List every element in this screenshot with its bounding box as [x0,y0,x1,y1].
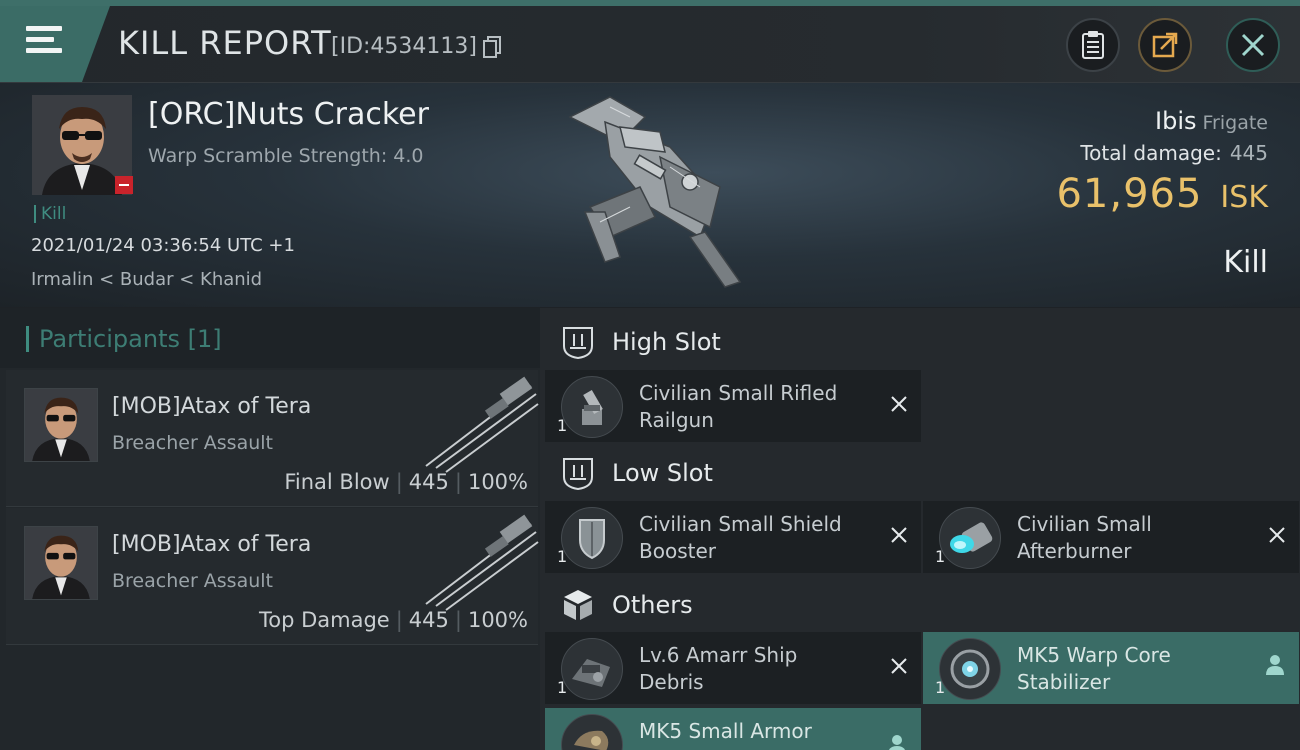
module-item[interactable]: 1 MK5 Warp Core Stabilizer [923,632,1299,704]
participants-panel: Participants [1] [MOB]Atax of Tera Breac… [0,308,540,750]
hamburger-icon [26,26,62,54]
close-button[interactable] [1226,18,1280,72]
participant-avatar [24,388,98,462]
low-slot-icon [563,458,593,491]
participant-percent: 100% [467,470,528,494]
module-quantity: 1 [557,547,568,566]
module-item[interactable]: 1 Civilian Small Rifled Railgun [545,370,921,442]
isk-unit: ISK [1220,180,1268,215]
afterburner-icon [939,507,1001,569]
result-label: Kill [1223,245,1268,280]
module-quantity: 1 [935,678,946,697]
share-icon [1152,32,1178,58]
module-item[interactable]: 1 Civilian Small Shield Booster [545,501,921,573]
copy-icon[interactable] [483,36,501,58]
module-name: Lv.6 Amarr Ship Debris [639,643,798,694]
dropped-user-icon [1266,655,1284,675]
total-damage-line: Total damage: 445 [1080,141,1268,165]
ship-image [568,96,742,288]
report-id: [ID:4534113] [331,34,477,59]
dropped-user-icon [889,735,905,750]
module-quantity: 1 [935,547,946,566]
cube-icon [564,590,592,620]
participants-title: Participants [1] [26,326,222,352]
module-item[interactable]: 1 Lv.6 Amarr Ship Debris [545,632,921,704]
destroyed-x-icon [1269,527,1285,543]
participant-stats: Top Damage | 445 | 100% [258,608,528,632]
railgun-icon [561,376,623,438]
module-quantity: 1 [557,678,568,697]
share-button[interactable] [1138,18,1192,72]
participant-role: Top Damage [258,608,390,632]
close-icon [1241,33,1265,57]
participants-header: Participants [1] [0,308,540,368]
weapon-icon [425,514,539,611]
participant-row[interactable]: [MOB]Atax of Tera Breacher Assault Final… [6,370,539,507]
ship-class: Frigate [1202,112,1268,134]
ship-name-line: Ibis Frigate [1155,107,1268,135]
participant-ship: Breacher Assault [112,432,273,454]
ship-debris-icon [561,638,623,700]
high-slot-icon [563,327,593,360]
participant-percent: 100% [467,608,528,632]
isk-value: 61,965 [1056,171,1203,217]
participant-avatar [24,526,98,600]
participant-role: Final Blow [284,470,390,494]
high-slot-label: High Slot [612,328,721,356]
destroyed-badge [115,176,133,194]
kill-location[interactable]: Irmalin < Budar < Khanid [31,269,262,290]
header-bar: KILL REPORT [ID:4534113] [0,6,1300,83]
victim-banner: [ORC]Nuts Cracker Warp Scramble Strength… [0,83,1300,307]
destroyed-x-icon [891,658,907,674]
module-name: Civilian Small Afterburner [1017,512,1152,563]
destroyed-x-icon [891,527,907,543]
kill-timestamp: 2021/01/24 03:36:54 UTC +1 [31,235,295,256]
destroyed-x-icon [891,396,907,412]
module-item[interactable]: 1 Civilian Small Afterburner [923,501,1299,573]
victim-name[interactable]: [ORC]Nuts Cracker [148,97,429,132]
page-title: KILL REPORT [118,24,332,62]
low-slot-label: Low Slot [612,459,713,487]
weapon-icon [425,376,539,473]
participant-stats: Final Blow | 445 | 100% [284,470,528,494]
module-item[interactable]: MK5 Small Armor [545,708,921,750]
warp-scramble-strength: Warp Scramble Strength: 4.0 [148,145,424,167]
total-damage-value: 445 [1229,141,1268,165]
fitting-panel: High Slot 1 Civilian Small Rifled Railgun… [540,308,1300,750]
clipboard-icon [1082,31,1104,59]
total-damage-label: Total damage: [1080,141,1222,165]
participants-count: [1] [187,325,222,353]
module-name: MK5 Warp Core Stabilizer [1017,643,1171,694]
participant-damage: 445 [408,470,449,494]
participant-ship: Breacher Assault [112,570,273,592]
high-slot-header: High Slot [560,322,721,362]
module-name: Civilian Small Rifled Railgun [639,381,838,432]
clipboard-button[interactable] [1066,18,1120,72]
others-label: Others [612,591,693,619]
participant-damage: 445 [408,608,449,632]
armor-plate-icon [561,714,623,750]
participant-name[interactable]: [MOB]Atax of Tera [112,394,311,419]
shield-booster-icon [561,507,623,569]
module-name: MK5 Small Armor [639,719,812,743]
participant-name[interactable]: [MOB]Atax of Tera [112,532,311,557]
ship-name[interactable]: Ibis [1155,107,1196,135]
pilot-avatar-icon [25,527,97,599]
kill-tag: Kill [34,205,66,223]
participants-label: Participants [39,325,180,353]
module-name: Civilian Small Shield Booster [639,512,842,563]
participant-row[interactable]: [MOB]Atax of Tera Breacher Assault Top D… [6,508,539,645]
warp-core-stabilizer-icon [939,638,1001,700]
low-slot-header: Low Slot [560,453,713,493]
isk-value-line: 61,965 ISK [1056,171,1268,217]
menu-button[interactable] [0,6,110,82]
module-quantity: 1 [557,416,568,435]
pilot-avatar-icon [25,389,97,461]
others-header: Others [560,585,693,625]
